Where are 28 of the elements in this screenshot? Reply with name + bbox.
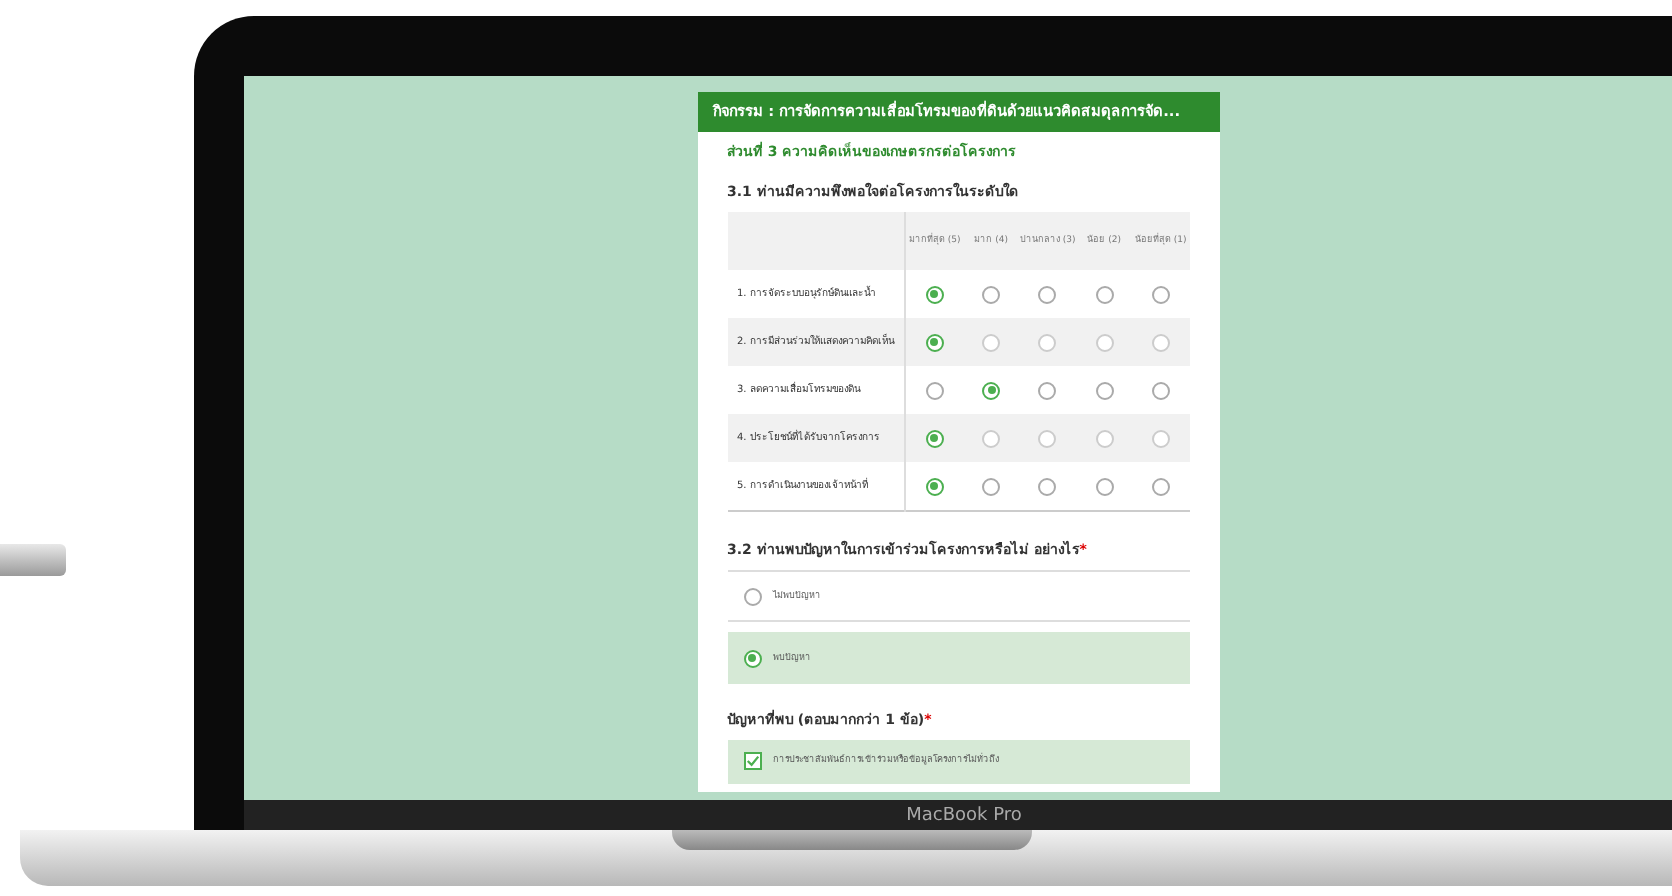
device-label: MacBook Pro xyxy=(904,805,1022,825)
radio-button[interactable] xyxy=(925,381,944,400)
radio-button[interactable] xyxy=(1095,381,1114,400)
radio-button[interactable] xyxy=(1151,429,1170,448)
radio-button[interactable] xyxy=(1151,333,1170,352)
radio-button[interactable] xyxy=(925,477,944,496)
radio-button[interactable] xyxy=(1038,285,1057,304)
checkbox[interactable] xyxy=(743,752,761,770)
radio-button[interactable] xyxy=(1095,285,1114,304)
radio-button[interactable] xyxy=(1038,381,1057,400)
radio-button[interactable] xyxy=(1095,477,1114,496)
radio-button[interactable] xyxy=(1038,477,1057,496)
radio-button[interactable] xyxy=(982,285,1001,304)
radio-button[interactable] xyxy=(1151,381,1170,400)
radio-button[interactable] xyxy=(925,333,944,352)
radio-button[interactable] xyxy=(1038,429,1057,448)
radio-button[interactable] xyxy=(925,285,944,304)
radio-button[interactable] xyxy=(982,381,1001,400)
radio-button[interactable] xyxy=(1095,429,1114,448)
radio-button[interactable] xyxy=(1151,477,1170,496)
radio-button[interactable] xyxy=(982,429,1001,448)
radio-button[interactable] xyxy=(1151,285,1170,304)
radio-button[interactable] xyxy=(982,333,1001,352)
radio-button[interactable] xyxy=(982,477,1001,496)
laptop-edge xyxy=(0,544,66,576)
radio-button[interactable] xyxy=(1095,333,1114,352)
radio-button[interactable] xyxy=(1038,333,1057,352)
radio-button[interactable] xyxy=(925,429,944,448)
